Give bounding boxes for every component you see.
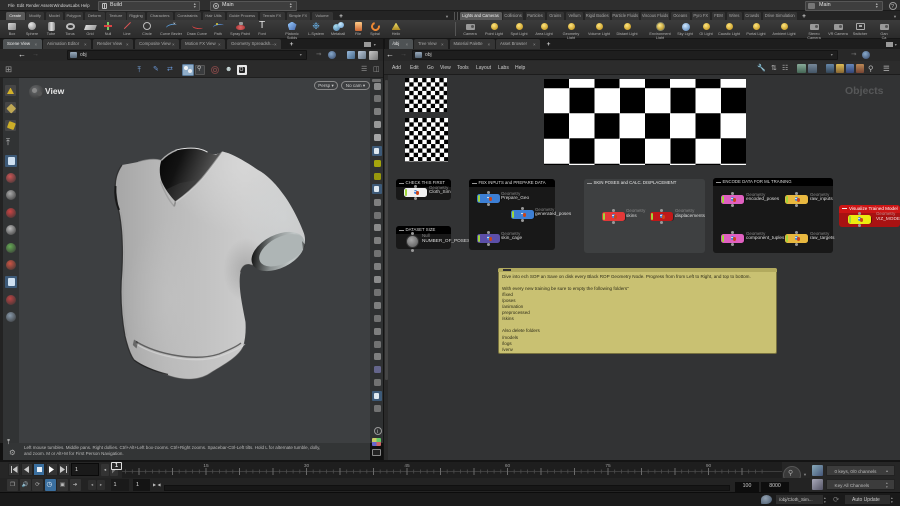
svg-text:90: 90 <box>706 463 712 469</box>
svg-text:60: 60 <box>505 463 511 469</box>
svg-text:45: 45 <box>404 463 410 469</box>
svg-text:75: 75 <box>605 463 611 469</box>
svg-text:30: 30 <box>304 463 310 469</box>
svg-text:15: 15 <box>203 463 209 469</box>
